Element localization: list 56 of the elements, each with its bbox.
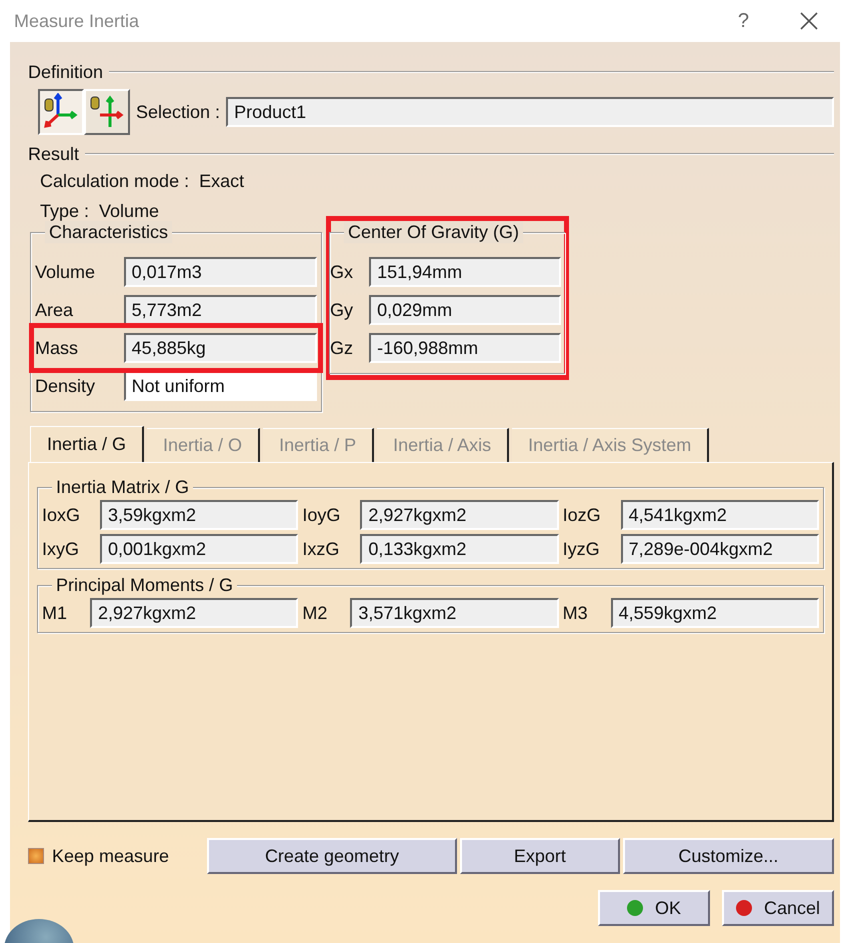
field-label: Volume [35,262,96,282]
value-field[interactable]: 2,927kgxm2 [360,500,559,530]
value-field[interactable]: 7,289e-004kgxm2 [620,534,819,564]
value-field[interactable]: 4,541kgxm2 [620,500,819,530]
group-title: Center Of Gravity (G) [344,221,524,243]
status-dot-icon [626,900,643,916]
field-label: IyzG [562,538,601,560]
help-button[interactable]: ? [738,10,749,32]
field-label: IxyG [42,538,80,560]
field-label: M3 [562,602,589,624]
type-value: Volume [99,200,160,222]
field-label: IxzG [302,538,340,560]
close-icon[interactable] [799,11,819,31]
field-label: M2 [302,602,328,624]
value-field[interactable]: 0,133kgxm2 [360,534,559,564]
value-field[interactable]: 5,773m2 [124,295,317,325]
field-label: Density [35,376,96,396]
field-label: Gx [330,262,354,282]
selection-label: Selection : [136,102,220,122]
field-label: M1 [42,602,68,624]
dialog-button[interactable]: Cancel [722,890,834,926]
checkbox-label: Keep measure [52,846,170,866]
selection-field[interactable]: Product1 [226,97,834,127]
field-label: Mass [35,338,80,358]
axis-icon-button[interactable] [38,89,84,135]
status-dot-icon [736,900,752,916]
field-label: IoxG [42,504,82,526]
value-field[interactable]: 2,927kgxm2 [90,598,298,628]
value-field[interactable]: 0,017m3 [124,257,317,287]
tab[interactable]: Inertia / G [30,426,144,462]
action-button[interactable]: Export [460,838,620,874]
section-label: Result [28,144,80,164]
value-field[interactable]: 0,029mm [369,295,561,325]
field-label: Area [35,300,74,320]
value-field[interactable]: Not uniform [124,371,317,401]
calculation-mode-label: Calculation mode : [40,170,190,192]
dialog-button[interactable]: OK [598,890,710,926]
value-field[interactable]: 3,59kgxm2 [100,500,298,530]
field-label: IoyG [302,504,342,526]
window-title: Measure Inertia [14,10,140,32]
value-field[interactable]: 0,001kgxm2 [100,534,298,564]
section-label: Definition [28,62,104,82]
checkbox[interactable] [28,848,44,864]
value-field[interactable]: 45,885kg [124,333,317,363]
type-label: Type : [40,200,90,222]
value-field[interactable]: 4,559kgxm2 [610,598,819,628]
value-field[interactable]: 3,571kgxm2 [350,598,559,628]
value-field[interactable]: 151,94mm [369,257,561,287]
field-label: IozG [562,504,602,526]
group-title: Characteristics [45,221,172,243]
field-label: Gy [330,300,354,320]
action-button[interactable]: Customize... [622,838,834,874]
value-field[interactable]: -160,988mm [369,333,561,363]
field-label: Gz [330,338,354,358]
calculation-mode-value: Exact [199,170,244,192]
action-button[interactable]: Create geometry [206,838,458,874]
